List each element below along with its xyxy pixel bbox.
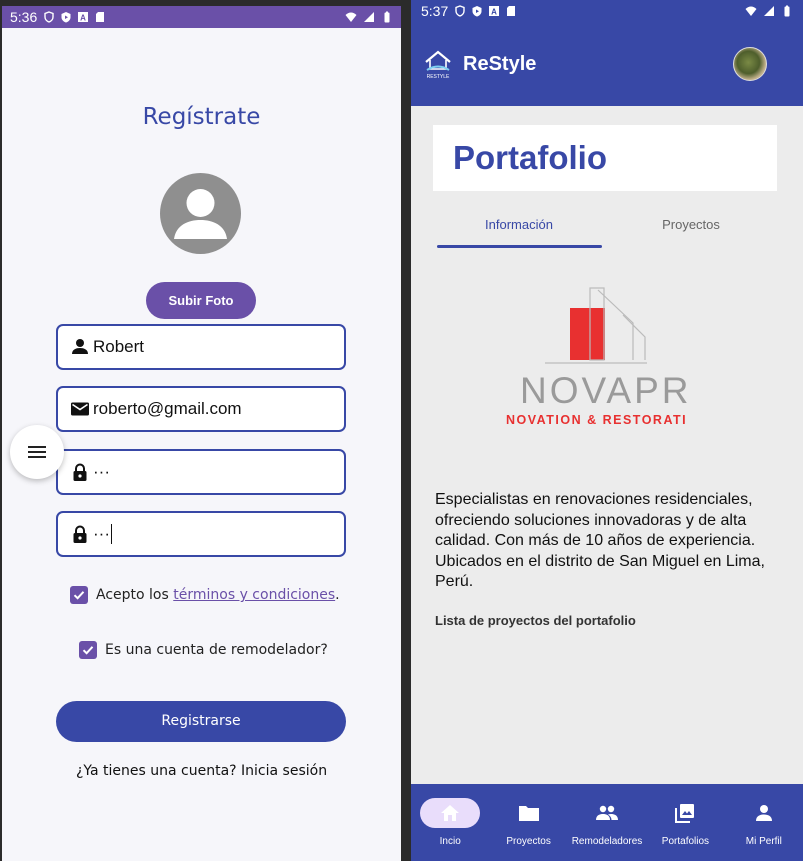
- status-time: 5:37: [421, 3, 449, 19]
- nav-label: Portafolios: [661, 836, 710, 847]
- gallery-icon: [675, 804, 695, 823]
- play-protect-icon: [472, 6, 482, 17]
- profile-avatar[interactable]: [733, 47, 767, 81]
- nav-item-remodeladores[interactable]: Remodeladores: [568, 784, 646, 861]
- svg-text:A: A: [80, 14, 86, 23]
- text-a-icon: A: [78, 12, 89, 23]
- logo-caption: RESTYLE: [427, 74, 450, 80]
- avatar-placeholder[interactable]: [160, 173, 241, 254]
- register-screen: 5:36 A Regístrate Subir Foto Robert robe…: [2, 6, 401, 861]
- text-caret: [110, 524, 112, 544]
- app-bar: RESTYLE ReStyle: [411, 22, 803, 106]
- mail-icon: [71, 402, 89, 416]
- wifi-icon: [345, 12, 357, 22]
- email-field[interactable]: roberto@gmail.com: [56, 386, 346, 432]
- battery-icon: [384, 11, 390, 23]
- nav-label: Incio: [439, 836, 461, 847]
- sd-card-icon: [96, 12, 105, 22]
- terms-row: Acepto los términos y condiciones.: [70, 586, 340, 604]
- sd-card-icon: [507, 6, 516, 16]
- app-name: ReStyle: [463, 52, 537, 75]
- register-button[interactable]: Registrarse: [56, 701, 346, 742]
- password-value: ···: [93, 462, 110, 481]
- nav-label: Proyectos: [506, 836, 551, 847]
- company-logo: NOVAPR NOVATION & RESTORATI: [505, 285, 705, 435]
- confirm-password-field[interactable]: ···: [56, 511, 346, 557]
- company-name: NOVAPR: [520, 370, 692, 411]
- shield-icon: [455, 5, 465, 17]
- checkmark-icon: [73, 591, 85, 600]
- status-time: 5:36: [10, 9, 38, 25]
- name-field[interactable]: Robert: [56, 324, 346, 370]
- play-protect-icon: [61, 12, 71, 23]
- confirm-password-value: ···: [93, 524, 110, 543]
- bottom-navigation: Incio Proyectos Remodeladores Portafolio…: [411, 784, 803, 861]
- signal-icon: [764, 6, 774, 16]
- checkmark-icon: [82, 646, 94, 655]
- page-title: Regístrate: [142, 104, 261, 130]
- restyle-logo-icon[interactable]: RESTYLE: [423, 47, 453, 81]
- status-bar: 5:37 A: [411, 0, 803, 22]
- nav-label: Mi Perfil: [745, 836, 782, 847]
- remodeler-row: Es una cuenta de remodelador?: [79, 641, 328, 659]
- upload-photo-button[interactable]: Subir Foto: [146, 282, 256, 319]
- lock-icon: [73, 463, 87, 481]
- status-bar: 5:36 A: [2, 6, 401, 28]
- company-tagline: NOVATION & RESTORATI: [506, 413, 687, 427]
- portfolio-description: Especialistas en renovaciones residencia…: [435, 491, 765, 590]
- signal-icon: [364, 12, 374, 22]
- people-icon: [596, 805, 619, 820]
- shield-icon: [44, 11, 54, 23]
- portfolio-screen: 5:37 A RESTYLE ReStyle Portafolio Inform…: [411, 0, 803, 861]
- company-logo-image: NOVAPR NOVATION & RESTORATI: [506, 287, 692, 427]
- terms-link[interactable]: términos y condiciones: [173, 587, 335, 603]
- person-icon: [174, 189, 227, 239]
- login-link[interactable]: ¿Ya tienes una cuenta? Inicia sesión: [2, 763, 401, 779]
- password-field[interactable]: ···: [56, 449, 346, 495]
- text-a-icon: A: [489, 6, 500, 17]
- battery-icon: [784, 5, 790, 17]
- name-value: Robert: [93, 337, 145, 356]
- email-value: roberto@gmail.com: [93, 399, 242, 418]
- wifi-icon: [745, 6, 757, 16]
- projects-list-label: Lista de proyectos del portafolio: [435, 613, 636, 628]
- lock-icon: [73, 525, 87, 543]
- nav-item-proyectos[interactable]: Proyectos: [489, 784, 567, 861]
- title-card: Portafolio: [433, 125, 777, 191]
- svg-text:A: A: [491, 8, 497, 17]
- remodeler-checkbox[interactable]: [79, 641, 97, 659]
- nav-item-portafolios[interactable]: Portafolios: [646, 784, 724, 861]
- hamburger-menu-icon: [28, 446, 46, 458]
- folder-icon: [518, 806, 539, 821]
- tab-bar: Información Proyectos: [433, 206, 777, 248]
- terms-prefix: Acepto los: [96, 587, 169, 603]
- nav-label: Remodeladores: [571, 836, 643, 847]
- nav-item-inicio[interactable]: Incio: [411, 784, 489, 861]
- remodeler-label: Es una cuenta de remodelador?: [105, 642, 328, 658]
- menu-fab[interactable]: [10, 425, 64, 479]
- terms-suffix: .: [335, 587, 340, 603]
- person-icon: [755, 805, 772, 821]
- screenshot-stage: 5:36 A Regístrate Subir Foto Robert robe…: [0, 0, 803, 861]
- tab-proyectos[interactable]: Proyectos: [605, 206, 777, 248]
- tab-informacion[interactable]: Información: [433, 206, 605, 248]
- person-icon: [72, 339, 88, 354]
- nav-item-mi-perfil[interactable]: Mi Perfil: [725, 784, 803, 861]
- home-icon: [441, 805, 460, 821]
- terms-checkbox[interactable]: [70, 586, 88, 604]
- page-title: Portafolio: [453, 139, 607, 176]
